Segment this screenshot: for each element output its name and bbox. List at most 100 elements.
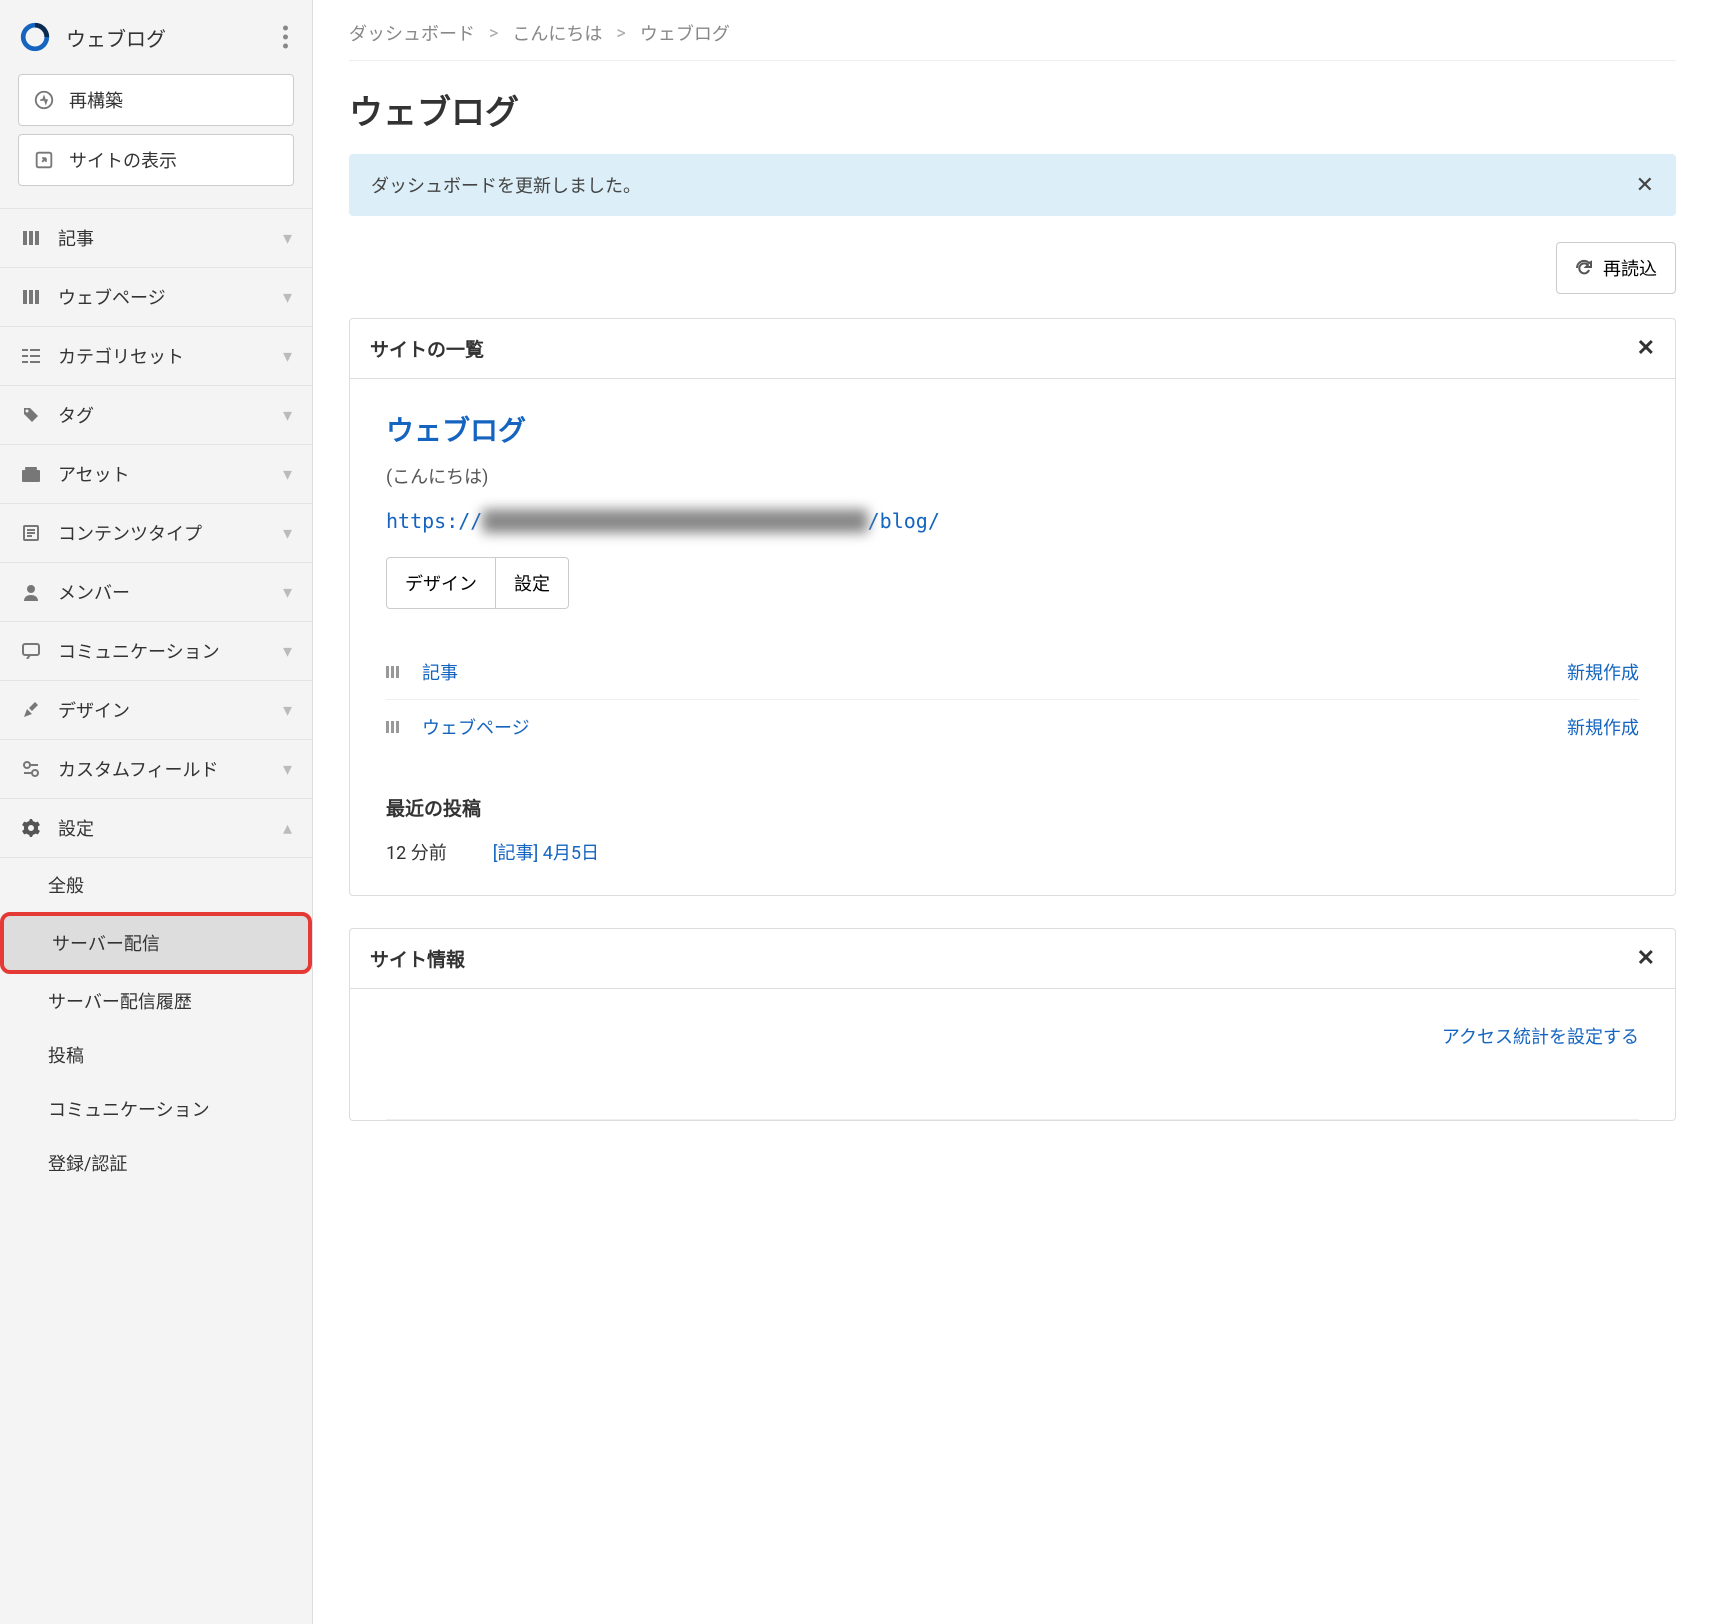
nav-item-members[interactable]: メンバー ▾ (0, 563, 312, 622)
view-site-icon (33, 149, 55, 171)
sub-nav-server-delivery-history[interactable]: サーバー配信履歴 (0, 974, 312, 1028)
panel-header: サイトの一覧 ✕ (350, 319, 1675, 379)
sub-nav-server-delivery[interactable]: サーバー配信 (0, 912, 312, 974)
chevron-down-icon: ▾ (283, 641, 292, 662)
close-icon[interactable]: ✕ (1636, 173, 1654, 198)
content-links: 記事 新規作成 ウェブページ 新規作成 (386, 645, 1639, 754)
communication-icon (20, 640, 42, 662)
main-content: ダッシュボード > こんにちは > ウェブログ ウェブログ ダッシュボードを更新… (313, 0, 1712, 1624)
sub-nav-general[interactable]: 全般 (0, 858, 312, 912)
recent-posts-title: 最近の投稿 (386, 794, 1639, 821)
sub-nav-posting[interactable]: 投稿 (0, 1028, 312, 1082)
nav-item-design[interactable]: デザイン ▾ (0, 681, 312, 740)
chevron-down-icon: ▾ (283, 523, 292, 544)
site-action-buttons: デザイン 設定 (386, 557, 1639, 609)
recent-time: 12 分前 (386, 839, 447, 865)
create-new-link[interactable]: 新規作成 (1567, 714, 1639, 740)
content-row-webpages: ウェブページ 新規作成 (386, 700, 1639, 754)
chevron-down-icon: ▾ (283, 582, 292, 603)
chevron-up-icon: ▴ (283, 818, 292, 839)
stats-config-link[interactable]: アクセス統計を設定する (386, 1019, 1639, 1089)
view-site-label: サイトの表示 (69, 147, 177, 173)
close-icon[interactable]: ✕ (1637, 336, 1655, 361)
panel-body: ウェブログ (こんにちは) https://██████████████████… (350, 379, 1675, 895)
member-icon (20, 581, 42, 603)
reload-button[interactable]: 再読込 (1556, 242, 1676, 294)
divider (386, 1119, 1639, 1120)
reload-row: 再読込 (349, 242, 1676, 294)
chevron-down-icon: ▾ (283, 405, 292, 426)
nav-label: タグ (58, 402, 94, 428)
nav-label: コンテンツタイプ (58, 520, 202, 546)
sub-nav-communication[interactable]: コミュニケーション (0, 1082, 312, 1136)
nav-item-category-set[interactable]: カテゴリセット ▾ (0, 327, 312, 386)
kebab-menu-icon[interactable] (277, 20, 294, 55)
view-site-button[interactable]: サイトの表示 (18, 134, 294, 186)
recent-post-link[interactable]: [記事] 4月5日 (493, 839, 599, 865)
reload-label: 再読込 (1603, 255, 1657, 281)
success-alert: ダッシュボードを更新しました。 ✕ (349, 154, 1676, 216)
alert-message: ダッシュボードを更新しました。 (371, 172, 641, 198)
nav-label: 記事 (58, 225, 94, 251)
panel-title: サイトの一覧 (370, 335, 484, 362)
breadcrumb-separator: > (616, 23, 625, 44)
webpages-link[interactable]: ウェブページ (422, 714, 530, 740)
content-row-articles: 記事 新規作成 (386, 645, 1639, 700)
chevron-down-icon: ▾ (283, 228, 292, 249)
site-title-link[interactable]: ウェブログ (386, 409, 526, 449)
nav-item-tags[interactable]: タグ ▾ (0, 386, 312, 445)
close-icon[interactable]: ✕ (1637, 946, 1655, 971)
custom-field-icon (20, 758, 42, 780)
panel-header: サイト情報 ✕ (350, 929, 1675, 989)
settings-button[interactable]: 設定 (496, 557, 569, 609)
chevron-down-icon: ▾ (283, 759, 292, 780)
site-info-panel: サイト情報 ✕ アクセス統計を設定する (349, 928, 1676, 1121)
chevron-down-icon: ▾ (283, 346, 292, 367)
sidebar-header: ウェブログ (0, 0, 312, 74)
breadcrumb: ダッシュボード > こんにちは > ウェブログ (349, 20, 1676, 61)
rebuild-button[interactable]: 再構築 (18, 74, 294, 126)
asset-icon (20, 463, 42, 485)
nav-item-custom-fields[interactable]: カスタムフィールド ▾ (0, 740, 312, 799)
rebuild-label: 再構築 (69, 87, 123, 113)
nav-item-webpages[interactable]: ウェブページ ▾ (0, 268, 312, 327)
nav-label: デザイン (58, 697, 130, 723)
nav-list: 記事 ▾ ウェブページ ▾ カテゴリセット ▾ タグ ▾ アセット ▾ コンテン… (0, 208, 312, 858)
rebuild-icon (33, 89, 55, 111)
refresh-icon (1575, 259, 1593, 277)
create-new-link[interactable]: 新規作成 (1567, 659, 1639, 685)
breadcrumb-item: ウェブログ (640, 20, 730, 46)
chevron-down-icon: ▾ (283, 464, 292, 485)
breadcrumb-item[interactable]: ダッシュボード (349, 20, 475, 46)
nav-label: コミュニケーション (58, 638, 220, 664)
nav-label: カスタムフィールド (58, 756, 219, 782)
panel-title: サイト情報 (370, 945, 465, 972)
nav-item-articles[interactable]: 記事 ▾ (0, 208, 312, 268)
nav-label: カテゴリセット (58, 343, 184, 369)
chevron-down-icon: ▾ (283, 700, 292, 721)
nav-item-assets[interactable]: アセット ▾ (0, 445, 312, 504)
nav-item-communication[interactable]: コミュニケーション ▾ (0, 622, 312, 681)
nav-item-settings[interactable]: 設定 ▴ (0, 799, 312, 858)
settings-sub-nav: 全般 サーバー配信 サーバー配信履歴 投稿 コミュニケーション 登録/認証 (0, 858, 312, 1190)
gear-icon (20, 817, 42, 839)
nav-item-content-types[interactable]: コンテンツタイプ ▾ (0, 504, 312, 563)
design-button[interactable]: デザイン (386, 557, 496, 609)
design-icon (20, 699, 42, 721)
nav-label: ウェブページ (58, 284, 166, 310)
site-name[interactable]: ウェブログ (66, 23, 166, 52)
page-title: ウェブログ (349, 85, 1676, 134)
grid-icon (20, 286, 42, 308)
site-list-panel: サイトの一覧 ✕ ウェブログ (こんにちは) https://█████████… (349, 318, 1676, 896)
site-url-link[interactable]: https://████████████████████████████████… (386, 509, 1639, 533)
breadcrumb-item[interactable]: こんにちは (512, 20, 602, 46)
category-icon (20, 345, 42, 367)
panel-body: アクセス統計を設定する (350, 989, 1675, 1119)
grid-icon (386, 666, 406, 678)
breadcrumb-separator: > (489, 23, 498, 44)
sub-nav-registration-auth[interactable]: 登録/認証 (0, 1136, 312, 1190)
nav-label: 設定 (58, 815, 94, 841)
chevron-down-icon: ▾ (283, 287, 292, 308)
articles-link[interactable]: 記事 (422, 659, 458, 685)
nav-label: アセット (58, 461, 130, 487)
